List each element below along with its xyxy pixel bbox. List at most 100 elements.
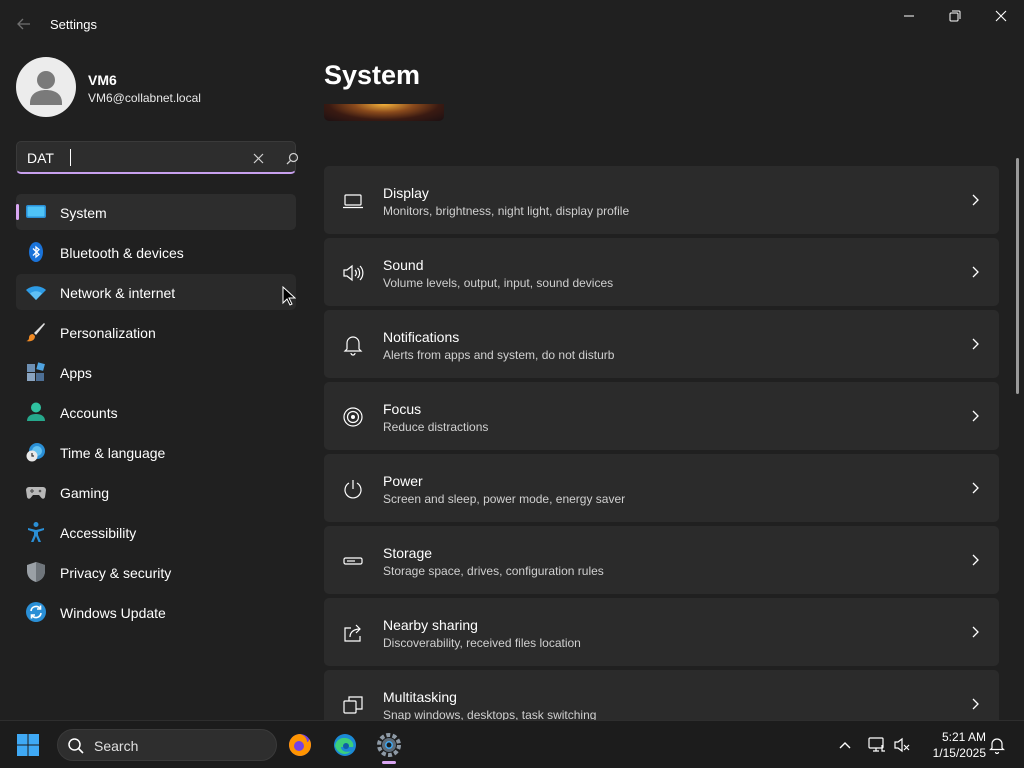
tray-volume-button[interactable] (890, 733, 914, 757)
wifi-icon (26, 286, 46, 300)
sidebar-item-gaming[interactable]: Gaming (16, 474, 296, 510)
card-description: Snap windows, desktops, task switching (383, 708, 597, 720)
bell-icon (343, 336, 363, 356)
card-sound[interactable]: Sound Volume levels, output, input, soun… (324, 238, 999, 306)
taskbar-search-label: Search (94, 738, 139, 754)
magnifier-icon (286, 152, 298, 164)
card-title: Sound (383, 257, 424, 273)
taskbar: Search 5:21 AM 1/15/2025 (0, 720, 1024, 768)
search-submit-button[interactable] (281, 148, 303, 168)
close-icon (995, 10, 1007, 22)
close-button[interactable] (978, 0, 1024, 32)
share-icon (344, 624, 361, 642)
chevron-right-icon (972, 410, 979, 422)
clock-date: 1/15/2025 (932, 746, 986, 760)
update-sync-icon (26, 602, 46, 622)
sidebar-item-label: Privacy & security (60, 565, 172, 581)
avatar[interactable] (16, 57, 76, 117)
taskbar-app-settings[interactable] (373, 729, 405, 764)
notification-bell-icon (989, 738, 1005, 754)
tray-network-button[interactable] (865, 733, 889, 757)
taskbar-search-box[interactable]: Search (57, 729, 277, 761)
card-storage[interactable]: Storage Storage space, drives, configura… (324, 526, 999, 594)
settings-card-list: Display Monitors, brightness, night ligh… (324, 166, 999, 720)
restore-button[interactable] (932, 0, 978, 32)
selection-indicator (16, 204, 19, 220)
card-description: Alerts from apps and system, do not dist… (383, 348, 615, 362)
chevron-right-icon (972, 626, 979, 638)
settings-gear-icon (377, 733, 401, 757)
chevron-up-icon (839, 742, 851, 749)
taskbar-app-firefox[interactable] (284, 729, 316, 761)
sidebar-item-apps[interactable]: Apps (16, 354, 296, 390)
content-scrollbar[interactable] (1016, 158, 1019, 394)
sidebar-item-label: Apps (60, 365, 92, 381)
card-notifications[interactable]: Notifications Alerts from apps and syste… (324, 310, 999, 378)
minimize-button[interactable] (886, 0, 932, 32)
card-display[interactable]: Display Monitors, brightness, night ligh… (324, 166, 999, 234)
chevron-right-icon (972, 554, 979, 566)
accessibility-figure-icon (28, 522, 44, 542)
chevron-right-icon (972, 194, 979, 206)
network-monitor-icon (868, 737, 885, 752)
card-description: Discoverability, received files location (383, 636, 581, 650)
card-power[interactable]: Power Screen and sleep, power mode, ener… (324, 454, 999, 522)
sidebar-item-personalization[interactable]: Personalization (16, 314, 296, 350)
settings-search-box[interactable] (16, 141, 298, 174)
sidebar-item-bluetooth[interactable]: Bluetooth & devices (16, 234, 296, 270)
sidebar-item-label: Accessibility (60, 525, 137, 541)
card-description: Screen and sleep, power mode, energy sav… (383, 492, 626, 506)
card-description: Volume levels, output, input, sound devi… (383, 276, 614, 290)
display-laptop-icon (343, 194, 363, 209)
tray-overflow-button[interactable] (833, 733, 857, 757)
minimize-icon (904, 15, 914, 17)
tray-notifications-button[interactable] (985, 733, 1009, 757)
chevron-right-icon (972, 338, 979, 350)
sidebar-item-time-language[interactable]: Time & language (16, 434, 296, 470)
sidebar-item-privacy-security[interactable]: Privacy & security (16, 554, 296, 590)
page-title: System (324, 60, 421, 90)
sidebar-nav: System Bluetooth & devices Network & int… (16, 194, 296, 634)
title-bar: Settings (0, 0, 1024, 48)
card-nearby-sharing[interactable]: Nearby sharing Discoverability, received… (324, 598, 999, 666)
taskbar-app-edge[interactable] (329, 729, 361, 761)
chevron-right-icon (972, 698, 979, 710)
card-title: Nearby sharing (383, 617, 478, 633)
card-title: Notifications (383, 329, 460, 345)
power-icon (344, 480, 362, 499)
card-description: Storage space, drives, configuration rul… (383, 564, 604, 578)
sidebar-item-accounts[interactable]: Accounts (16, 394, 296, 430)
focus-target-icon (343, 407, 363, 427)
settings-search-input[interactable] (27, 148, 227, 168)
card-multitasking[interactable]: Multitasking Snap windows, desktops, tas… (324, 670, 999, 720)
card-focus[interactable]: Focus Reduce distractions (324, 382, 999, 450)
card-title: Storage (383, 545, 433, 561)
edge-icon (334, 734, 356, 756)
multitasking-windows-icon (343, 696, 363, 714)
text-caret (70, 149, 71, 166)
sidebar-item-label: Network & internet (60, 285, 176, 301)
desktop-preview-banner (324, 104, 444, 121)
clock-globe-icon (26, 443, 45, 462)
clear-x-icon (253, 153, 263, 163)
card-title: Display (383, 185, 429, 201)
back-button[interactable] (12, 12, 36, 36)
taskbar-clock[interactable]: 5:21 AM 1/15/2025 (920, 729, 986, 761)
bluetooth-icon (29, 242, 43, 262)
windows-start-icon[interactable] (16, 733, 40, 757)
system-monitor-icon (26, 205, 46, 218)
clear-search-button[interactable] (247, 148, 269, 168)
apps-grid-icon (27, 362, 45, 381)
card-title: Power (383, 473, 423, 489)
chevron-right-icon (972, 266, 979, 278)
shield-icon (27, 562, 45, 582)
app-title: Settings (50, 17, 97, 32)
sidebar-item-windows-update[interactable]: Windows Update (16, 594, 296, 630)
card-description: Monitors, brightness, night light, displ… (383, 204, 630, 218)
sidebar-item-label: System (60, 205, 107, 221)
user-name: VM6 (88, 72, 117, 88)
sidebar-item-accessibility[interactable]: Accessibility (16, 514, 296, 550)
sidebar-item-label: Personalization (60, 325, 156, 341)
sidebar-item-network[interactable]: Network & internet (16, 274, 296, 310)
sidebar-item-system[interactable]: System (16, 194, 296, 230)
